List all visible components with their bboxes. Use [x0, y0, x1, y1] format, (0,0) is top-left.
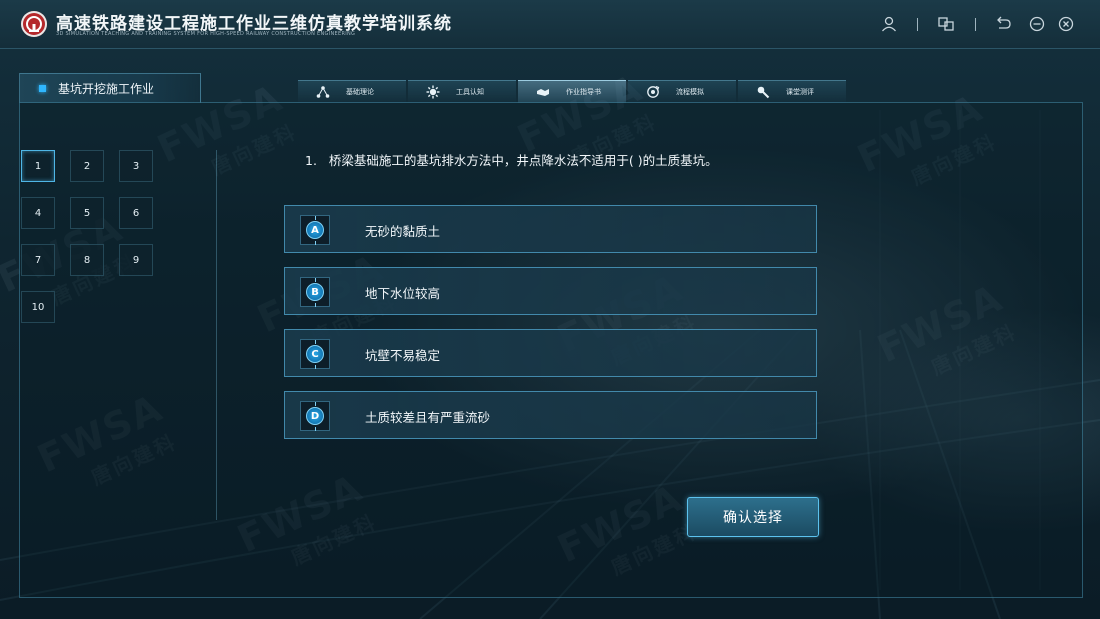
section-label: 基坑开挖施工作业 [58, 82, 155, 96]
toolbar-separator [917, 18, 918, 31]
panel-divider [216, 150, 217, 520]
option-text: 地下水位较高 [365, 286, 441, 301]
tab-label: 流程模拟 [676, 88, 704, 96]
tab-label: 课堂测评 [786, 88, 814, 96]
option-badge: A [300, 215, 330, 245]
tab-tool-recognition[interactable]: 工具认知 [408, 80, 516, 103]
app-window: FWSA唐向建科 FWSA唐向建科 FWSA唐向建科 FWSA唐向建科 FWSA… [0, 0, 1100, 619]
confirm-button[interactable]: 确认选择 [687, 497, 819, 537]
option-letter: A [306, 221, 324, 239]
window-switch-icon[interactable] [936, 14, 956, 34]
option-text: 无砂的黏质土 [365, 224, 441, 239]
question-number-1[interactable]: 1 [21, 150, 55, 182]
question-number-4[interactable]: 4 [21, 197, 55, 229]
question-stem: 桥梁基础施工的基坑排水方法中，井点降水法不适用于( )的土质基坑。 [328, 153, 718, 168]
tab-work-guide[interactable]: 作业指导书 [518, 80, 626, 103]
option-badge: D [300, 401, 330, 431]
title-bar: 高速铁路建设工程施工作业三维仿真教学培训系统 3D SIMULATION TEA… [0, 0, 1100, 49]
cycle-icon [647, 85, 660, 98]
question-number-9[interactable]: 9 [119, 244, 153, 276]
question-number-3[interactable]: 3 [119, 150, 153, 182]
option-badge: C [300, 339, 330, 369]
tab-class-assessment[interactable]: 课堂测评 [738, 80, 846, 103]
question-number-7[interactable]: 7 [21, 244, 55, 276]
option-text: 坑壁不易稳定 [365, 348, 441, 363]
option-text: 土质较差且有严重流砂 [365, 410, 491, 425]
option-b[interactable]: B 地下水位较高 [284, 267, 817, 315]
question-number-10[interactable]: 10 [21, 291, 55, 323]
toolbar-separator [975, 18, 976, 31]
section-bullet-icon [39, 85, 46, 92]
minimize-icon[interactable] [1027, 14, 1047, 34]
option-letter: C [306, 345, 324, 363]
app-subtitle: 3D SIMULATION TEACHING AND TRAINING SYST… [56, 31, 356, 37]
tab-label: 工具认知 [456, 88, 484, 96]
pen-icon [757, 86, 770, 99]
network-icon [316, 86, 330, 98]
option-badge: B [300, 277, 330, 307]
option-d[interactable]: D 土质较差且有严重流砂 [284, 391, 817, 439]
option-c[interactable]: C 坑壁不易稳定 [284, 329, 817, 377]
handshake-icon [537, 89, 549, 96]
question-number-2[interactable]: 2 [70, 150, 104, 182]
tab-process-simulation[interactable]: 流程模拟 [628, 80, 736, 103]
option-a[interactable]: A 无砂的黏质土 [284, 205, 817, 253]
question-number: 1. [305, 153, 317, 168]
tab-label: 基础理论 [346, 88, 374, 96]
user-icon[interactable] [879, 14, 899, 34]
gear-icon [426, 85, 440, 99]
question-number-6[interactable]: 6 [119, 197, 153, 229]
question-number-8[interactable]: 8 [70, 244, 104, 276]
tab-basic-theory[interactable]: 基础理论 [298, 80, 406, 103]
question-number-5[interactable]: 5 [70, 197, 104, 229]
section-tab: 基坑开挖施工作业 [19, 73, 201, 103]
option-letter: B [306, 283, 324, 301]
back-icon[interactable] [993, 14, 1013, 34]
tab-label: 作业指导书 [566, 88, 601, 96]
question-text: 1. 桥梁基础施工的基坑排水方法中，井点降水法不适用于( )的土质基坑。 [305, 150, 718, 169]
close-icon[interactable] [1056, 14, 1076, 34]
option-letter: D [306, 407, 324, 425]
railway-logo-icon [21, 11, 47, 37]
